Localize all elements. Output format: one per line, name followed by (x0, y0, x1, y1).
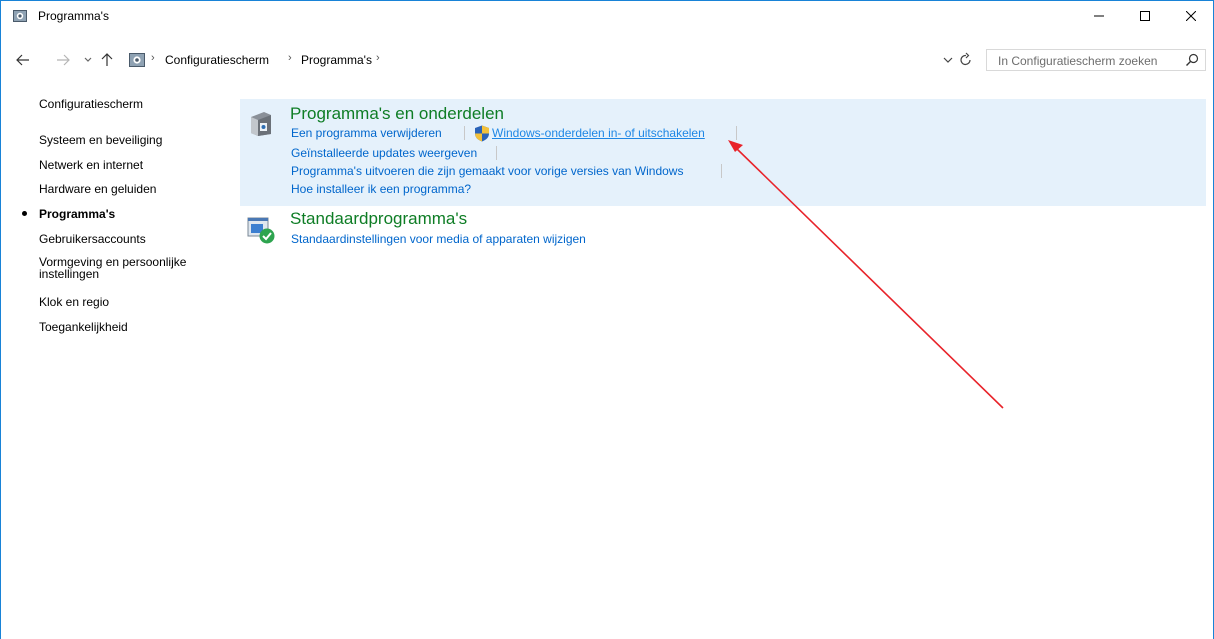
sidebar-item-gebruikersaccounts[interactable]: Gebruikersaccounts (39, 233, 146, 245)
breadcrumb-programmas[interactable]: Programma's (301, 53, 372, 67)
search-icon[interactable] (1185, 53, 1199, 67)
chevron-right-icon: › (288, 52, 292, 64)
annotation-arrow (728, 140, 1004, 409)
address-bar[interactable]: › Configuratiescherm › Programma's › (128, 49, 980, 71)
category-title-default-programs[interactable]: Standaardprogramma's (290, 209, 467, 229)
link-how-to-install[interactable]: Hoe installeer ik een programma? (291, 182, 471, 196)
maximize-icon (1140, 11, 1150, 21)
control-panel-window: Programma's › Configuratiescherm › Progr… (0, 0, 1214, 639)
arrow-up-icon (101, 53, 113, 66)
link-uninstall-program[interactable]: Een programma verwijderen (291, 126, 442, 140)
programs-and-features-icon (251, 112, 271, 136)
default-programs-icon (247, 217, 275, 244)
sidebar-item-programmas[interactable]: Programma's (39, 208, 115, 220)
sidebar-item-klok-en-regio[interactable]: Klok en regio (39, 296, 109, 308)
sidebar-item-toegankelijkheid[interactable]: Toegankelijkheid (39, 321, 128, 333)
link-compatibility[interactable]: Programma's uitvoeren die zijn gemaakt v… (291, 164, 683, 178)
link-installed-updates[interactable]: Geïnstalleerde updates weergeven (291, 146, 477, 160)
sidebar-item-systeem-en-beveiliging[interactable]: Systeem en beveiliging (39, 134, 162, 146)
link-windows-features[interactable]: Windows-onderdelen in- of uitschakelen (492, 126, 705, 140)
control-panel-icon (129, 53, 145, 67)
search-input[interactable]: In Configuratiescherm zoeken (998, 54, 1157, 68)
uac-shield-icon (475, 125, 489, 142)
sidebar-item-netwerk-en-internet[interactable]: Netwerk en internet (39, 159, 143, 171)
refresh-icon[interactable] (958, 52, 974, 68)
address-dropdown-icon[interactable] (941, 52, 955, 68)
back-button[interactable] (14, 51, 32, 69)
minimize-button[interactable] (1076, 1, 1122, 31)
sidebar-item-vormgeving[interactable]: Vormgeving en persoonlijke instellingen (39, 256, 214, 280)
arrow-left-icon (16, 54, 29, 66)
close-button[interactable] (1168, 1, 1214, 31)
category-title-programs[interactable]: Programma's en onderdelen (290, 104, 504, 124)
recent-locations-button[interactable] (79, 51, 97, 69)
search-box[interactable]: In Configuratiescherm zoeken (986, 49, 1206, 71)
forward-button[interactable] (54, 51, 72, 69)
chevron-right-icon: › (151, 52, 155, 64)
sidebar-item-configuratiescherm[interactable]: Configuratiescherm (39, 98, 143, 110)
maximize-button[interactable] (1122, 1, 1168, 31)
link-separator (721, 164, 722, 178)
close-icon (1186, 11, 1196, 21)
chevron-down-icon (84, 57, 92, 62)
chevron-right-icon: › (376, 52, 380, 64)
link-separator (464, 126, 465, 140)
control-panel-icon (13, 10, 27, 22)
arrow-right-icon (57, 54, 70, 66)
navigation-bar: › Configuratiescherm › Programma's › In … (1, 47, 1213, 73)
active-bullet (22, 211, 27, 216)
breadcrumb-configuratiescherm[interactable]: Configuratiescherm (165, 53, 269, 67)
link-default-settings[interactable]: Standaardinstellingen voor media of appa… (291, 232, 586, 246)
minimize-icon (1094, 15, 1104, 17)
link-separator (736, 126, 737, 140)
window-title: Programma's (38, 9, 109, 23)
link-separator (496, 146, 497, 160)
sidebar-item-hardware-en-geluiden[interactable]: Hardware en geluiden (39, 183, 156, 195)
title-bar: Programma's (1, 1, 1213, 31)
up-button[interactable] (98, 51, 116, 69)
